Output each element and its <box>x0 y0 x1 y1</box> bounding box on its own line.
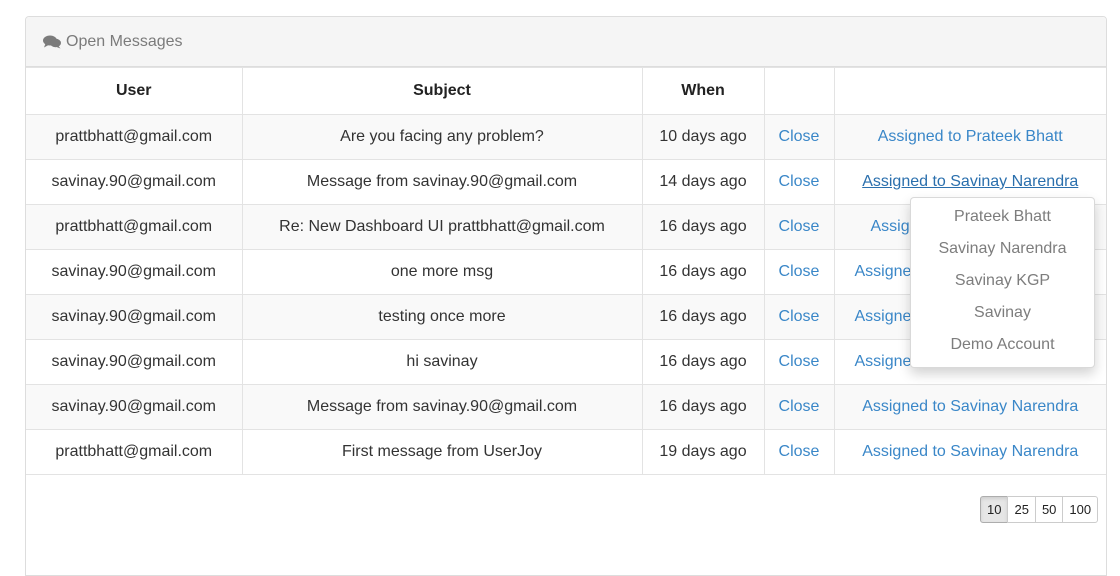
message-when: 14 days ago <box>641 159 765 205</box>
close-link[interactable]: Close <box>779 398 820 415</box>
close-cell: Close <box>763 294 835 340</box>
user-email: savinay.90@gmail.com <box>26 339 243 385</box>
panel-heading: Open Messages <box>26 17 1106 67</box>
page-size-10-button[interactable]: 10 <box>980 496 1009 523</box>
close-cell: Close <box>763 159 835 205</box>
message-subject: one more msg <box>241 249 643 295</box>
column-header-assigned <box>833 67 1106 115</box>
message-when: 19 days ago <box>641 429 765 475</box>
table-row: prattbhatt@gmail.com Are you facing any … <box>26 114 1106 160</box>
assigned-link[interactable]: Assigned to Prateek Bhatt <box>878 128 1063 145</box>
column-header-user[interactable]: User <box>26 67 243 115</box>
message-when: 16 days ago <box>641 249 765 295</box>
assigned-link[interactable]: Assigned to Savinay Narendra <box>862 173 1078 190</box>
user-email: savinay.90@gmail.com <box>26 159 243 205</box>
assigned-link[interactable]: Assig <box>871 218 910 235</box>
user-email: savinay.90@gmail.com <box>26 294 243 340</box>
column-header-close <box>763 67 835 115</box>
close-cell: Close <box>763 249 835 295</box>
comments-icon <box>43 35 61 48</box>
panel-title: Open Messages <box>66 32 183 50</box>
assigned-link[interactable]: Assigne <box>855 308 912 325</box>
close-cell: Close <box>763 384 835 430</box>
page-size-selector: 10 25 50 100 <box>980 496 1099 523</box>
assign-option-savinay[interactable]: Savinay <box>911 297 1094 329</box>
table-header-row: User Subject When <box>26 67 1106 115</box>
assigned-cell: Assigned to Prateek Bhatt <box>833 114 1106 160</box>
page-size-25-button[interactable]: 25 <box>1007 496 1036 523</box>
assign-dropdown-menu: Prateek Bhatt Savinay Narendra Savinay K… <box>910 197 1095 368</box>
message-subject: Message from savinay.90@gmail.com <box>241 159 643 205</box>
assigned-link[interactable]: Assigne <box>855 353 912 370</box>
column-header-when[interactable]: When <box>641 67 765 115</box>
message-when: 16 days ago <box>641 204 765 250</box>
assigned-cell: Assigned to Savinay Narendra <box>833 384 1106 430</box>
message-when: 16 days ago <box>641 384 765 430</box>
close-cell: Close <box>763 114 835 160</box>
assign-option-savinay-narendra[interactable]: Savinay Narendra <box>911 233 1094 265</box>
assigned-cell: Assigned to Savinay Narendra <box>833 429 1106 475</box>
message-subject: Message from savinay.90@gmail.com <box>241 384 643 430</box>
close-link[interactable]: Close <box>779 263 820 280</box>
message-subject: Re: New Dashboard UI prattbhatt@gmail.co… <box>241 204 643 250</box>
close-cell: Close <box>763 204 835 250</box>
message-subject: hi savinay <box>241 339 643 385</box>
close-link[interactable]: Close <box>779 128 820 145</box>
close-cell: Close <box>763 429 835 475</box>
assign-option-demo-account[interactable]: Demo Account <box>911 329 1094 361</box>
column-header-subject[interactable]: Subject <box>241 67 643 115</box>
page-size-50-button[interactable]: 50 <box>1034 496 1064 523</box>
user-email: savinay.90@gmail.com <box>26 384 243 430</box>
close-link[interactable]: Close <box>779 353 820 370</box>
user-email: prattbhatt@gmail.com <box>26 429 243 475</box>
close-cell: Close <box>763 339 835 385</box>
message-subject: Are you facing any problem? <box>241 114 643 160</box>
page-size-100-button[interactable]: 100 <box>1062 496 1099 523</box>
message-subject: First message from UserJoy <box>241 429 643 475</box>
assigned-link[interactable]: Assigned to Savinay Narendra <box>862 398 1078 415</box>
message-subject: testing once more <box>241 294 643 340</box>
close-link[interactable]: Close <box>779 443 820 460</box>
close-link[interactable]: Close <box>779 218 820 235</box>
table-row: savinay.90@gmail.com Message from savina… <box>26 384 1106 430</box>
close-link[interactable]: Close <box>779 173 820 190</box>
assign-option-savinay-kgp[interactable]: Savinay KGP <box>911 265 1094 297</box>
assigned-link[interactable]: Assigne <box>855 263 912 280</box>
message-when: 10 days ago <box>641 114 765 160</box>
user-email: savinay.90@gmail.com <box>26 249 243 295</box>
assigned-link[interactable]: Assigned to Savinay Narendra <box>862 443 1078 460</box>
message-when: 16 days ago <box>641 339 765 385</box>
user-email: prattbhatt@gmail.com <box>26 114 243 160</box>
message-when: 16 days ago <box>641 294 765 340</box>
assign-option-prateek-bhatt[interactable]: Prateek Bhatt <box>911 201 1094 233</box>
user-email: prattbhatt@gmail.com <box>26 204 243 250</box>
table-row: prattbhatt@gmail.com First message from … <box>26 429 1106 475</box>
close-link[interactable]: Close <box>779 308 820 325</box>
